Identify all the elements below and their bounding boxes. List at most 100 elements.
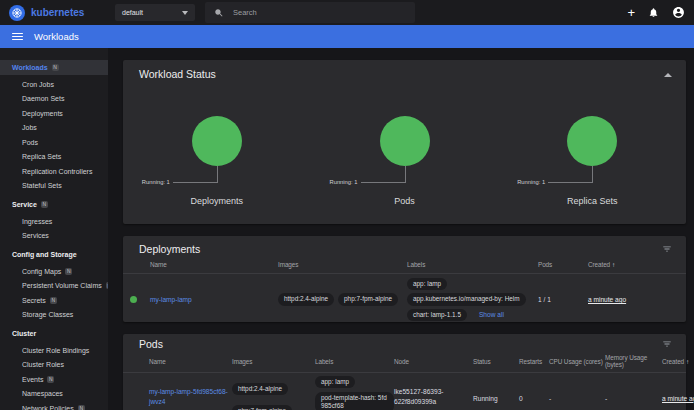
cpu-cell: -	[549, 395, 605, 402]
sidebar-item-cron-jobs[interactable]: Cron Jobs	[0, 77, 108, 92]
column-header-pods[interactable]: Pods	[538, 261, 588, 268]
column-header-images[interactable]: Images	[278, 261, 407, 268]
chart-annotation: Running: 1	[311, 166, 499, 184]
label-chip: app: lamp	[315, 376, 355, 388]
sidebar-item-replication-controllers[interactable]: Replication Controllers	[0, 164, 108, 179]
page-toolbar: Workloads	[0, 25, 694, 48]
connector-line	[361, 182, 405, 183]
sidebar-item-cluster-role-bindings[interactable]: Cluster Role Bindings	[0, 343, 108, 358]
sidebar-item-label: Storage Classes	[22, 311, 73, 318]
sidebar-item-workloads[interactable]: Workloads N	[0, 60, 108, 75]
namespace-selector[interactable]: default	[115, 4, 195, 21]
column-header-name[interactable]: Name	[149, 358, 232, 365]
workload-chart-replica-sets: Running: 1 Replica Sets	[498, 116, 686, 206]
column-header-labels[interactable]: Labels	[315, 358, 394, 365]
connector-line	[173, 182, 217, 183]
column-header-created[interactable]: Created↑	[588, 261, 686, 268]
sidebar-item-label: Stateful Sets	[22, 182, 62, 189]
pod-name-link[interactable]: my-lamp-lamp-5fd985cf68-jwvz4	[149, 387, 232, 407]
kubernetes-logo-icon	[9, 5, 25, 21]
sidebar-item-label: Config Maps	[22, 268, 61, 275]
chart-annotation: Running: 1	[498, 166, 686, 184]
sidebar-item-label: Config and Storage	[12, 251, 77, 258]
notifications-icon[interactable]	[648, 7, 659, 18]
chart-annotation-label: Running: 1	[517, 179, 545, 185]
chart-title: Replica Sets	[567, 196, 618, 206]
column-header-name[interactable]: Name	[150, 261, 278, 268]
column-header-created[interactable]: Created↑	[662, 358, 693, 365]
sidebar-item-pods[interactable]: Pods	[0, 135, 108, 150]
labels-last-line: chart: lamp-1.1.5Show all	[407, 309, 504, 321]
sidebar-item-cluster-roles[interactable]: Cluster Roles	[0, 358, 108, 373]
app-header: kubernetes default Search +	[0, 0, 694, 25]
search-placeholder: Search	[233, 8, 257, 17]
connector-line	[548, 182, 592, 183]
chart-annotation: Running: 1	[123, 166, 311, 184]
label-chip: php:7-fpm-alpine	[232, 405, 292, 410]
sidebar-item-replica-sets[interactable]: Replica Sets	[0, 150, 108, 165]
show-all-link[interactable]: Show all	[479, 311, 504, 318]
node-cell: lke55127-86393-622f8d09399a	[394, 387, 473, 407]
filter-icon[interactable]	[662, 244, 672, 254]
sidebar-item-label: Replica Sets	[22, 153, 61, 160]
memory-cell: -	[605, 395, 662, 402]
sidebar-item-label: Cluster Role Bindings	[22, 347, 89, 354]
search-input[interactable]: Search	[205, 2, 415, 23]
sidebar-item-services[interactable]: Services	[0, 229, 108, 244]
column-header-restarts[interactable]: Restarts	[519, 358, 549, 365]
sidebar-item-deployments[interactable]: Deployments	[0, 106, 108, 121]
column-header-status[interactable]: Status	[473, 358, 519, 365]
sidebar-item-jobs[interactable]: Jobs	[0, 121, 108, 136]
column-header-images[interactable]: Images	[232, 358, 315, 365]
deployment-name-link[interactable]: my-lamp-lamp	[150, 296, 278, 303]
sidebar-item-label: Ingresses	[22, 218, 52, 225]
filter-icon[interactable]	[662, 339, 672, 349]
namespaced-badge: N	[52, 64, 59, 71]
sidebar-item-label: Cron Jobs	[22, 81, 54, 88]
user-account-icon[interactable]	[672, 6, 685, 19]
namespaced-badge: N	[50, 297, 57, 304]
column-header-memory-usage-bytes-[interactable]: Memory Usage (bytes)	[605, 354, 662, 369]
sidebar-item-storage-classes[interactable]: Storage Classes	[0, 308, 108, 323]
label-chip: php:7-fpm-alpine	[338, 293, 398, 305]
pie-chart	[192, 116, 242, 166]
column-header-node[interactable]: Node	[394, 358, 473, 365]
sidebar-item-label: Workloads	[12, 64, 48, 71]
restarts-cell: 0	[519, 395, 549, 402]
sidebar-item-cluster[interactable]: Cluster	[0, 326, 108, 341]
column-header-cpu-usage-cores-[interactable]: CPU Usage (cores)	[549, 358, 605, 365]
sidebar-item-label: Deployments	[22, 110, 63, 117]
collapse-icon[interactable]	[664, 73, 672, 77]
pie-chart	[567, 116, 617, 166]
sidebar-item-daemon-sets[interactable]: Daemon Sets	[0, 92, 108, 107]
workload-status-title: Workload Status	[139, 68, 216, 80]
created-cell[interactable]: a minute ago	[588, 296, 686, 303]
create-resource-button[interactable]: +	[627, 6, 635, 19]
sidebar-item-namespaces[interactable]: Namespaces	[0, 387, 108, 402]
chart-title: Pods	[394, 196, 415, 206]
label-chip: pod-template-hash: 5fd985cf68	[315, 392, 394, 410]
menu-icon[interactable]	[12, 33, 23, 41]
sidebar-item-events[interactable]: EventsN	[0, 372, 108, 387]
page-title: Workloads	[34, 31, 79, 42]
sidebar-item-ingresses[interactable]: Ingresses	[0, 214, 108, 229]
label-chip: httpd:2.4-alpine	[278, 293, 334, 305]
sidebar-item-label: Jobs	[22, 124, 37, 131]
images-cell: httpd:2.4-alpine php:7-fpm-alpine	[278, 293, 407, 305]
sidebar-item-label: Replication Controllers	[22, 168, 92, 175]
column-header-labels[interactable]: Labels	[407, 261, 538, 268]
sidebar-item-service[interactable]: ServiceN	[0, 197, 108, 212]
sidebar-item-secrets[interactable]: SecretsN	[0, 293, 108, 308]
created-cell[interactable]: a minute ago	[662, 395, 694, 402]
workload-chart-pods: Running: 1 Pods	[311, 116, 499, 206]
deployments-title: Deployments	[139, 243, 200, 255]
sidebar-item-network-policies[interactable]: Network PoliciesN	[0, 401, 108, 410]
sidebar-item-config-and-storage[interactable]: Config and Storage	[0, 247, 108, 262]
status-cell	[123, 376, 149, 383]
connector-line	[592, 166, 593, 183]
sidebar-item-stateful-sets[interactable]: Stateful Sets	[0, 179, 108, 194]
chart-annotation-label: Running: 1	[329, 179, 357, 185]
sidebar-item-config-maps[interactable]: Config MapsN	[0, 264, 108, 279]
sidebar-item-persistent-volume-claims[interactable]: Persistent Volume ClaimsN	[0, 279, 108, 294]
table-row: my-lamp-lamp-5fd985cf68-jwvz4httpd:2.4-a…	[123, 373, 686, 410]
